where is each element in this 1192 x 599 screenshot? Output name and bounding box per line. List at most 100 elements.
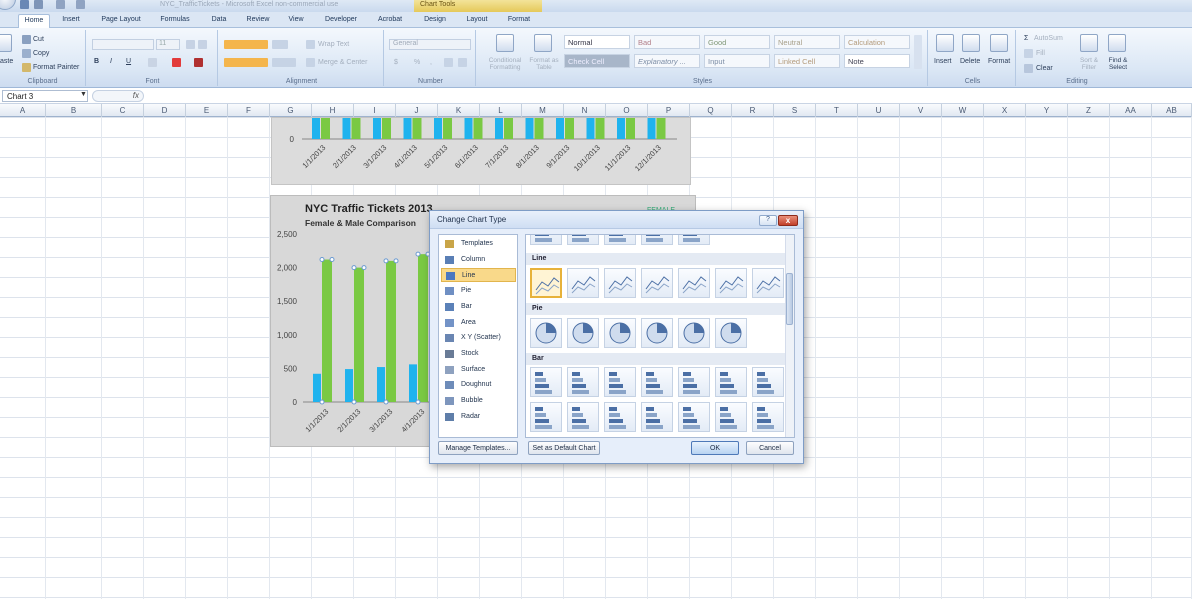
chart-category-doughnut[interactable]: Doughnut bbox=[441, 378, 516, 392]
chart-previous[interactable]: 0 1/1/2013 2/1/2013 3/1/2013 4/1/2013 5/1/201… bbox=[271, 117, 691, 185]
column-header[interactable]: Y bbox=[1026, 104, 1068, 117]
column-header[interactable]: B bbox=[46, 104, 102, 117]
column-header[interactable]: U bbox=[858, 104, 900, 117]
paste-icon[interactable] bbox=[0, 34, 12, 52]
column-header[interactable]: R bbox=[732, 104, 774, 117]
font-name-box[interactable] bbox=[92, 39, 154, 50]
manage-templates-button[interactable]: Manage Templates... bbox=[438, 441, 518, 455]
column-header[interactable]: G bbox=[270, 104, 312, 117]
chart-category-surface[interactable]: Surface bbox=[441, 363, 516, 377]
style-good[interactable]: Good bbox=[704, 35, 770, 49]
chart-category-bubble[interactable]: Bubble bbox=[441, 394, 516, 408]
formula-input[interactable] bbox=[148, 90, 1188, 102]
line-chart-thumbnail[interactable] bbox=[715, 268, 747, 298]
fill-color-icon[interactable] bbox=[172, 58, 181, 67]
insert-cells-button[interactable]: Insert bbox=[934, 58, 952, 65]
column-header[interactable]: M bbox=[522, 104, 564, 117]
tab-insert[interactable]: Insert bbox=[56, 14, 86, 28]
comma-icon[interactable]: , bbox=[430, 59, 432, 66]
column-header[interactable]: D bbox=[144, 104, 186, 117]
column-chart-thumbnail[interactable] bbox=[567, 235, 599, 245]
close-button[interactable]: x bbox=[778, 215, 798, 226]
style-calculation[interactable]: Calculation bbox=[844, 35, 910, 49]
bar-chart-thumbnail[interactable] bbox=[530, 402, 562, 432]
pie-chart-thumbnail[interactable] bbox=[604, 318, 636, 348]
bar-chart-thumbnail[interactable] bbox=[715, 367, 747, 397]
tab-home[interactable]: Home bbox=[18, 14, 50, 28]
tab-view[interactable]: View bbox=[284, 14, 308, 28]
tab-page-layout[interactable]: Page Layout bbox=[98, 14, 144, 28]
bar-chart-thumbnail[interactable] bbox=[567, 367, 599, 397]
column-header[interactable]: A bbox=[0, 104, 46, 117]
format-as-table-button[interactable]: Format as Table bbox=[528, 57, 560, 71]
line-chart-thumbnail[interactable] bbox=[641, 268, 673, 298]
find-select-button[interactable]: Find & Select bbox=[1104, 57, 1132, 71]
chart-category-area[interactable]: Area bbox=[441, 316, 516, 330]
column-chart-thumbnail[interactable] bbox=[678, 235, 710, 245]
paste-button[interactable]: aste bbox=[0, 58, 13, 65]
help-button[interactable]: ? bbox=[759, 215, 777, 226]
format-cells-button[interactable]: Format bbox=[988, 58, 1010, 65]
column-chart-thumbnail[interactable] bbox=[641, 235, 673, 245]
column-header[interactable]: T bbox=[816, 104, 858, 117]
format-painter-button[interactable]: Format Painter bbox=[33, 64, 79, 71]
number-format-box[interactable]: General bbox=[389, 39, 471, 50]
column-chart-thumbnail[interactable] bbox=[530, 235, 562, 245]
column-header[interactable]: Z bbox=[1068, 104, 1110, 117]
cancel-button[interactable]: Cancel bbox=[746, 441, 794, 455]
wrap-text-button[interactable]: Wrap Text bbox=[318, 41, 349, 48]
pie-chart-thumbnail[interactable] bbox=[530, 318, 562, 348]
line-chart-thumbnail[interactable] bbox=[604, 268, 636, 298]
bar-chart-thumbnail[interactable] bbox=[715, 402, 747, 432]
currency-icon[interactable]: $ bbox=[394, 59, 398, 66]
column-header[interactable]: Q bbox=[690, 104, 732, 117]
shrink-font-icon[interactable] bbox=[198, 40, 207, 49]
chart-category-radar[interactable]: Radar bbox=[441, 410, 516, 424]
column-header[interactable]: S bbox=[774, 104, 816, 117]
chart-category-pie[interactable]: Pie bbox=[441, 284, 516, 298]
fill-button[interactable]: Fill bbox=[1036, 50, 1045, 57]
tab-format[interactable]: Format bbox=[504, 14, 534, 28]
bar-chart-thumbnail[interactable] bbox=[604, 402, 636, 432]
copy-button[interactable]: Copy bbox=[33, 50, 49, 57]
percent-icon[interactable]: % bbox=[414, 59, 420, 66]
name-box[interactable]: Chart 3 bbox=[2, 90, 88, 102]
style-normal[interactable]: Normal bbox=[564, 35, 630, 49]
undo-icon[interactable] bbox=[34, 0, 43, 9]
save-icon[interactable] bbox=[20, 0, 29, 9]
clear-button[interactable]: Clear bbox=[1036, 65, 1053, 72]
bar-chart-thumbnail[interactable] bbox=[641, 367, 673, 397]
column-header[interactable]: W bbox=[942, 104, 984, 117]
gallery-scroll-thumb[interactable] bbox=[786, 273, 793, 325]
bar-chart-thumbnail[interactable] bbox=[641, 402, 673, 432]
tab-data[interactable]: Data bbox=[206, 14, 232, 28]
office-button[interactable] bbox=[0, 0, 16, 10]
column-chart-thumbnail[interactable] bbox=[604, 235, 636, 245]
indent-icon[interactable] bbox=[272, 58, 296, 67]
pie-chart-thumbnail[interactable] bbox=[567, 318, 599, 348]
pie-chart-thumbnail[interactable] bbox=[641, 318, 673, 348]
gallery-scrollbar[interactable] bbox=[785, 235, 794, 437]
bar-chart-thumbnail[interactable] bbox=[567, 402, 599, 432]
column-header[interactable]: L bbox=[480, 104, 522, 117]
bar-chart-thumbnail[interactable] bbox=[678, 402, 710, 432]
tab-layout[interactable]: Layout bbox=[462, 14, 492, 28]
chart-title[interactable]: NYC Traffic Tickets 2013 bbox=[305, 203, 433, 215]
tab-design[interactable]: Design bbox=[420, 14, 450, 28]
decrease-decimal-icon[interactable] bbox=[458, 58, 467, 67]
column-header[interactable]: N bbox=[564, 104, 606, 117]
italic-icon[interactable]: I bbox=[110, 58, 112, 65]
column-header[interactable]: E bbox=[186, 104, 228, 117]
increase-decimal-icon[interactable] bbox=[444, 58, 453, 67]
bar-chart-thumbnail[interactable] bbox=[678, 367, 710, 397]
line-chart-thumbnail[interactable] bbox=[567, 268, 599, 298]
grow-font-icon[interactable] bbox=[186, 40, 195, 49]
style-note[interactable]: Note bbox=[844, 54, 910, 68]
style-bad[interactable]: Bad bbox=[634, 35, 700, 49]
column-header[interactable]: P bbox=[648, 104, 690, 117]
tab-acrobat[interactable]: Acrobat bbox=[372, 14, 408, 28]
column-header[interactable]: V bbox=[900, 104, 942, 117]
pie-chart-thumbnail[interactable] bbox=[678, 318, 710, 348]
style-input[interactable]: Input bbox=[704, 54, 770, 68]
column-header[interactable]: K bbox=[438, 104, 480, 117]
